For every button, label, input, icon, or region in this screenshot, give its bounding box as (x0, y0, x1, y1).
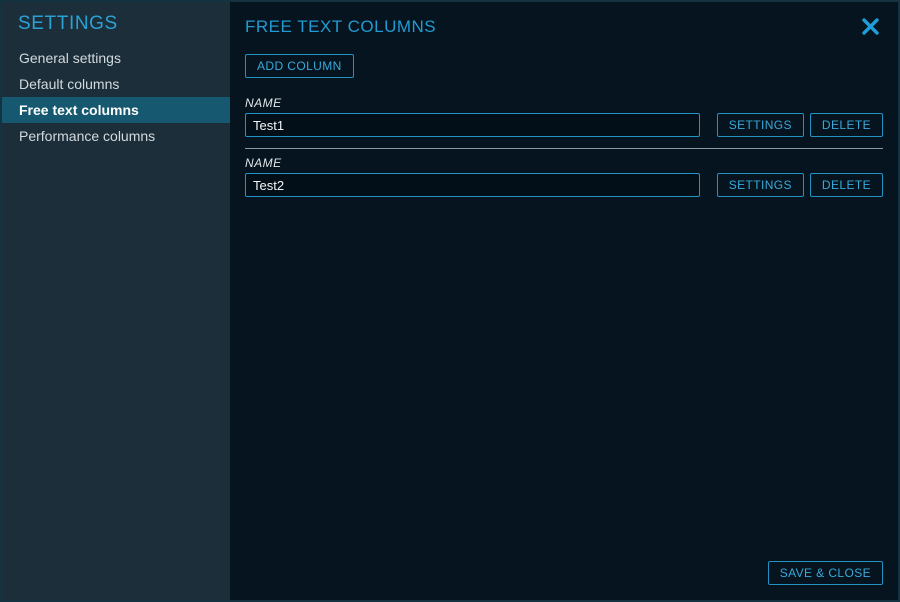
sidebar-title: SETTINGS (2, 2, 230, 35)
add-column-button[interactable]: ADD COLUMN (245, 54, 354, 78)
page-title: FREE TEXT COLUMNS (245, 14, 436, 37)
column-delete-button[interactable]: DELETE (810, 113, 883, 137)
column-name-input[interactable] (245, 113, 700, 137)
sidebar-item-general-settings[interactable]: General settings (2, 45, 230, 71)
row-controls: SETTINGS DELETE (245, 113, 883, 137)
sidebar-item-default-columns[interactable]: Default columns (2, 71, 230, 97)
name-label: NAME (245, 96, 883, 110)
close-icon (860, 16, 881, 37)
row-controls: SETTINGS DELETE (245, 173, 883, 197)
close-button[interactable] (858, 14, 883, 39)
panel-header: FREE TEXT COLUMNS (245, 14, 883, 39)
column-name-input[interactable] (245, 173, 700, 197)
column-settings-button[interactable]: SETTINGS (717, 173, 804, 197)
sidebar: SETTINGS General settings Default column… (2, 2, 230, 600)
sidebar-item-performance-columns[interactable]: Performance columns (2, 123, 230, 149)
save-close-button[interactable]: SAVE & CLOSE (768, 561, 883, 585)
sidebar-item-free-text-columns[interactable]: Free text columns (2, 97, 230, 123)
column-row: NAME SETTINGS DELETE (245, 156, 883, 197)
column-settings-button[interactable]: SETTINGS (717, 113, 804, 137)
column-delete-button[interactable]: DELETE (810, 173, 883, 197)
column-row: NAME SETTINGS DELETE (245, 96, 883, 137)
settings-window: SETTINGS General settings Default column… (0, 0, 900, 602)
row-separator (245, 148, 883, 149)
free-text-columns-panel: FREE TEXT COLUMNS ADD COLUMN NAME SETTIN… (230, 2, 898, 600)
name-label: NAME (245, 156, 883, 170)
sidebar-nav: General settings Default columns Free te… (2, 45, 230, 149)
